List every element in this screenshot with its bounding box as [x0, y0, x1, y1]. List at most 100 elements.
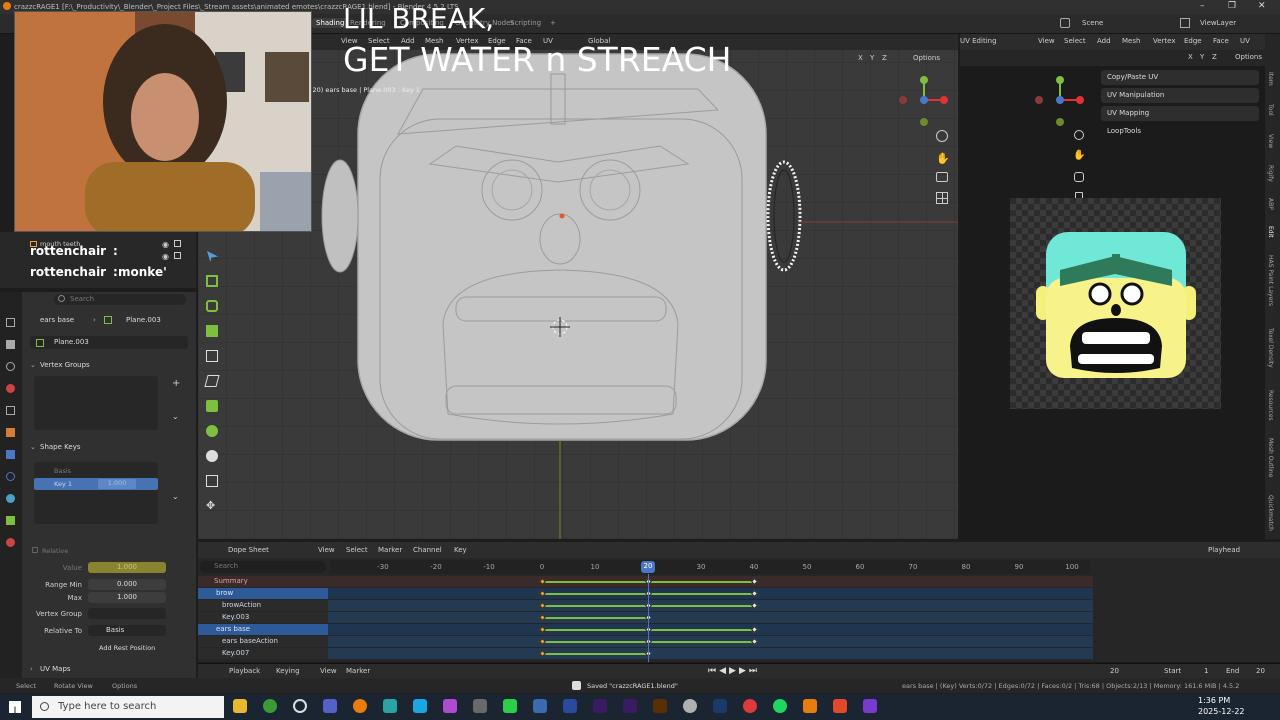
value-slider[interactable]: 1.000	[88, 562, 166, 573]
relative-checkbox[interactable]	[32, 547, 38, 553]
vertex-group-field[interactable]	[88, 608, 166, 619]
pan-hand-icon[interactable]: ✋	[936, 152, 950, 165]
chevron-right-icon[interactable]: ›	[30, 665, 33, 673]
dope-sheet-channel-object[interactable]: brow	[198, 588, 328, 599]
uv-menu-view[interactable]: View	[1038, 37, 1055, 45]
scene-selector[interactable]: Scene	[1082, 19, 1103, 27]
mesh-name-field[interactable]: Plane.003	[30, 336, 188, 349]
app-icon[interactable]	[383, 699, 397, 713]
sidebar-tab-quickmatch[interactable]: Quickmatch	[1267, 495, 1274, 531]
premiere-icon[interactable]	[623, 699, 637, 713]
viewport-options[interactable]: Options	[913, 54, 940, 62]
app-icon[interactable]	[803, 699, 817, 713]
dope-sheet-menu-marker[interactable]: Marker	[378, 546, 402, 554]
uv-menu-uv[interactable]: UV	[1240, 37, 1250, 45]
dope-sheet-search[interactable]: Search	[200, 561, 326, 573]
visibility-eye-icon[interactable]: ◉	[162, 252, 169, 261]
extrude-tool-icon[interactable]	[206, 400, 218, 412]
range-min-field[interactable]: 0.000	[88, 579, 166, 590]
uv-menu-mesh[interactable]: Mesh	[1122, 37, 1140, 45]
spotify-icon[interactable]	[773, 699, 787, 713]
current-frame-field[interactable]: 20	[1110, 667, 1119, 675]
app-icon[interactable]	[413, 699, 427, 713]
uv-menu-add[interactable]: Add	[1097, 37, 1111, 45]
app-icon[interactable]	[323, 699, 337, 713]
dope-sheet-menu-key[interactable]: Key	[454, 546, 467, 554]
steam-icon[interactable]	[713, 699, 727, 713]
dope-sheet-channel-key[interactable]: Key.007	[198, 648, 328, 659]
dope-sheet-channel-action[interactable]: ears baseAction	[198, 636, 328, 647]
chrome-icon[interactable]	[263, 699, 277, 713]
sidebar-tab-item[interactable]: Item	[1267, 72, 1274, 86]
vertex-group-menu-chevron-icon[interactable]: ⌄	[172, 412, 179, 421]
dope-sheet-channel-object[interactable]: ears base	[198, 624, 328, 635]
timeline-menu-marker[interactable]: Marker	[346, 667, 370, 675]
object-properties-icon[interactable]	[6, 428, 15, 437]
uv-menu-edge[interactable]: Edge	[1184, 37, 1202, 45]
render-camera-icon[interactable]	[174, 252, 181, 259]
shear-tool-icon[interactable]: ✥	[206, 500, 218, 512]
playback-controls[interactable]: ⏮◀▶▶⏭	[708, 666, 760, 676]
dope-sheet-mode-dropdown[interactable]: Dope Sheet	[228, 546, 269, 554]
camera-icon[interactable]	[936, 172, 948, 182]
zoom-icon[interactable]	[936, 130, 948, 142]
maximize-button[interactable]: ❐	[1228, 1, 1236, 11]
knife-tool-icon[interactable]	[206, 475, 218, 487]
uv-camera-icon[interactable]	[1074, 172, 1084, 182]
add-rest-position-checkbox-label[interactable]: Add Rest Position	[99, 644, 155, 652]
render-properties-icon[interactable]	[6, 340, 15, 349]
app-icon[interactable]	[743, 699, 757, 713]
shape-keys-header[interactable]: Shape Keys	[40, 443, 80, 451]
rotate-tool-icon[interactable]	[206, 300, 218, 312]
sidebar-tab-edit[interactable]: Edit	[1267, 226, 1274, 238]
transform-tool-icon[interactable]	[206, 350, 218, 362]
uv-menu-select[interactable]: Select	[1064, 37, 1086, 45]
taskbar-clock[interactable]: 1:36 PM	[1198, 696, 1230, 705]
app-icon[interactable]	[863, 699, 877, 713]
panel-looptools[interactable]: LoopTools	[1101, 124, 1259, 139]
taskbar-date[interactable]: 2025-12-22	[1198, 707, 1245, 716]
dope-sheet-menu-select[interactable]: Select	[346, 546, 368, 554]
uv-mirror-y-toggle[interactable]: Y	[1200, 53, 1204, 61]
uv-menu-face[interactable]: Face	[1213, 37, 1229, 45]
shape-key-basis[interactable]: Basis	[54, 467, 71, 475]
sidebar-tab-mesh-outline[interactable]: Mesh Outline	[1267, 438, 1274, 477]
move-tool-icon[interactable]	[206, 275, 218, 287]
obs-icon[interactable]	[293, 699, 307, 713]
uv-mode-dropdown[interactable]: UV Editing	[960, 37, 997, 45]
shape-key-menu-chevron-icon[interactable]: ⌄	[172, 492, 179, 501]
uv-mirror-z-toggle[interactable]: Z	[1212, 53, 1217, 61]
modifier-properties-icon[interactable]	[6, 450, 15, 459]
vertex-groups-list[interactable]	[34, 376, 158, 430]
timeline-menu-view[interactable]: View	[320, 667, 337, 675]
scene-properties-icon[interactable]	[6, 406, 15, 415]
timeline-menu-keying[interactable]: Keying	[276, 667, 300, 675]
mirror-y-toggle[interactable]: Y	[870, 54, 874, 62]
sidebar-tab-abp[interactable]: ABP	[1267, 198, 1274, 210]
illustrator-icon[interactable]	[653, 699, 667, 713]
taskbar-search-box[interactable]: Type here to search	[32, 696, 224, 718]
panel-uv-manipulation[interactable]: UV Manipulation	[1101, 88, 1259, 103]
material-properties-icon[interactable]	[6, 538, 15, 547]
uv-mirror-x-toggle[interactable]: X	[1188, 53, 1193, 61]
playhead-line[interactable]	[648, 574, 649, 662]
breadcrumb-object[interactable]: ears base	[40, 316, 74, 324]
dope-sheet-channel-action[interactable]: browAction	[198, 600, 328, 611]
app-icon[interactable]	[683, 699, 697, 713]
inset-tool-icon[interactable]	[206, 425, 218, 437]
minimize-button[interactable]: –	[1200, 1, 1205, 11]
uv-maps-header[interactable]: UV Maps	[40, 665, 71, 673]
scale-tool-icon[interactable]	[206, 325, 218, 337]
dope-sheet-row[interactable]	[328, 612, 1093, 623]
dope-sheet-row[interactable]	[328, 648, 1093, 659]
app-icon[interactable]	[563, 699, 577, 713]
calculator-icon[interactable]	[533, 699, 547, 713]
blender-taskbar-icon[interactable]	[353, 699, 367, 713]
panel-uv-mapping[interactable]: UV Mapping	[1101, 106, 1259, 121]
app-icon[interactable]	[473, 699, 487, 713]
chevron-down-icon[interactable]: ⌄	[30, 361, 36, 369]
brave-icon[interactable]	[833, 699, 847, 713]
dope-sheet-menu-view[interactable]: View	[318, 546, 335, 554]
outliner[interactable]: mouth teeth ◉ ◉	[0, 232, 196, 288]
sidebar-tab-tool[interactable]: Tool	[1267, 104, 1274, 116]
